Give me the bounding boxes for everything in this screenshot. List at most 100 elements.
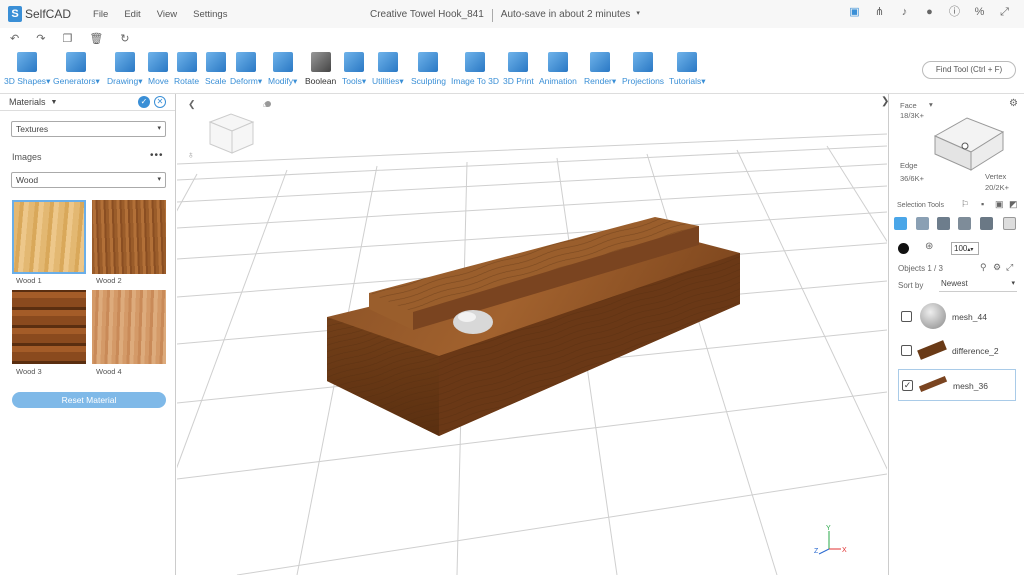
- document-title[interactable]: Creative Towel Hook_841: [370, 9, 484, 22]
- tool-projections[interactable]: Projections: [622, 52, 664, 86]
- object-row-mesh-36[interactable]: ✓ mesh_36: [898, 369, 1016, 401]
- chevron-down-icon: ▾: [157, 176, 161, 183]
- tool-tutorials[interactable]: Tutorials▾: [669, 52, 706, 87]
- select-lasso-icon[interactable]: [1003, 217, 1016, 230]
- 3d-viewport[interactable]: ❮ ⌂ ♁ Y X Z: [177, 94, 887, 575]
- render-icon: [590, 52, 611, 72]
- fullscreen-icon[interactable]: ⤢: [999, 7, 1010, 18]
- boolean-icon: [310, 52, 331, 72]
- reset-material-button[interactable]: Reset Material: [12, 392, 166, 408]
- select-face-icon[interactable]: [916, 217, 929, 230]
- tool-boolean[interactable]: Boolean: [305, 52, 336, 86]
- swatch-wood-1[interactable]: [12, 200, 86, 274]
- brush-pattern-icon[interactable]: ⊛: [925, 241, 933, 252]
- brush-size-input[interactable]: 100▴▾: [951, 242, 979, 255]
- edge-label[interactable]: Edge: [900, 161, 918, 170]
- objects-settings-icon[interactable]: ⚙: [993, 262, 1001, 273]
- swatch-label-wood-3: Wood 3: [16, 367, 42, 376]
- app-logo[interactable]: S SelfCAD: [8, 6, 71, 22]
- notification-bell-icon[interactable]: ♪: [899, 7, 910, 18]
- more-options-icon[interactable]: •••: [150, 150, 164, 161]
- tool-drawing[interactable]: Drawing▾: [107, 52, 142, 87]
- tool-modify[interactable]: Modify▾: [268, 52, 297, 87]
- tool-deform[interactable]: Deform▾: [230, 52, 262, 87]
- share-icon[interactable]: ⋔: [874, 7, 885, 18]
- brush-color-icon[interactable]: [898, 243, 909, 254]
- scene-canvas[interactable]: ❮ ⌂ ♁ Y X Z: [177, 94, 887, 575]
- swatch-wood-4[interactable]: [92, 290, 166, 364]
- sort-select[interactable]: Newest ▾: [939, 279, 1017, 292]
- objects-count-label: Objects 1 / 3: [898, 264, 943, 273]
- redo-icon[interactable]: ↷: [36, 32, 45, 45]
- view-cube[interactable]: [208, 113, 255, 154]
- tool-image-to-3d[interactable]: Image To 3D: [451, 52, 499, 86]
- generators-icon: [66, 52, 87, 72]
- expand-icon[interactable]: ⤢: [1006, 262, 1013, 273]
- tools-icon: [344, 52, 365, 72]
- light-icon[interactable]: [265, 101, 271, 107]
- materials-dropdown-icon[interactable]: ▼: [51, 99, 58, 106]
- materials-panel: Materials ▼ ✓ ✕ Textures ▾ Images ••• Woo…: [0, 94, 176, 575]
- printer-icon: [508, 52, 529, 72]
- right-panel-collapse-icon[interactable]: ❯: [881, 96, 889, 107]
- select-pointer-icon[interactable]: ⚐: [961, 199, 969, 210]
- tool-sculpting[interactable]: Sculpting: [411, 52, 446, 86]
- info-icon[interactable]: ⓘ: [949, 7, 960, 18]
- tool-tools[interactable]: Tools▾: [342, 52, 366, 87]
- tool-utilities[interactable]: Utilities▾: [372, 52, 404, 87]
- object-checkbox-checked[interactable]: ✓: [902, 380, 913, 391]
- close-icon[interactable]: ✕: [154, 96, 166, 108]
- block-thumbnail: [917, 340, 947, 360]
- light-bulb-icon[interactable]: ♁: [187, 150, 195, 161]
- find-tool-input[interactable]: Find Tool (Ctrl + F): [922, 61, 1016, 79]
- select-vertex-icon[interactable]: [958, 217, 971, 230]
- select-edge-icon[interactable]: [937, 217, 950, 230]
- tool-generators[interactable]: Generators▾: [53, 52, 100, 87]
- menu-settings[interactable]: Settings: [193, 9, 227, 20]
- save-icon[interactable]: ▣: [849, 7, 860, 18]
- viewport-collapse-icon[interactable]: ❮: [188, 99, 196, 110]
- object-checkbox[interactable]: [901, 311, 912, 322]
- object-row-difference-2[interactable]: difference_2: [898, 335, 1016, 367]
- tool-animation[interactable]: Animation: [539, 52, 577, 86]
- image-to-3d-icon: [465, 52, 486, 72]
- materials-title[interactable]: Materials: [9, 97, 46, 107]
- menu-file[interactable]: File: [93, 9, 108, 20]
- swatch-wood-2[interactable]: [92, 200, 166, 274]
- user-icon[interactable]: ●: [924, 7, 935, 18]
- autosave-status[interactable]: Auto-save in about 2 minutes: [501, 9, 631, 22]
- object-row-mesh-44[interactable]: mesh_44: [898, 301, 1016, 333]
- tool-render[interactable]: Render▾: [584, 52, 616, 87]
- undo-icon[interactable]: ↶: [10, 32, 19, 45]
- object-name: mesh_44: [952, 312, 987, 322]
- copy-icon[interactable]: ❐: [62, 32, 72, 45]
- face-label[interactable]: Face: [900, 101, 917, 110]
- vertex-label[interactable]: Vertex: [985, 172, 1006, 181]
- swatch-label-wood-2: Wood 2: [96, 276, 122, 285]
- select-group-icon[interactable]: ▣: [995, 199, 1004, 210]
- swatch-wood-3[interactable]: [12, 290, 86, 364]
- tool-scale[interactable]: Scale: [205, 52, 226, 86]
- select-mode-icon[interactable]: ▪: [981, 199, 984, 209]
- category-select[interactable]: Textures ▾: [11, 121, 166, 137]
- tool-3d-print[interactable]: 3D Print: [503, 52, 534, 86]
- autosave-caret-icon[interactable]: ▾: [636, 9, 640, 22]
- select-polygon-icon[interactable]: [980, 217, 993, 230]
- delete-icon[interactable]: 🗑: [89, 32, 103, 45]
- refresh-icon[interactable]: ↻: [120, 32, 129, 45]
- tool-move[interactable]: Move: [148, 52, 169, 86]
- select-brush-icon[interactable]: ◩: [1009, 199, 1018, 210]
- search-icon[interactable]: ⚲: [980, 262, 987, 273]
- sphere-highlight: [458, 312, 476, 322]
- materials-header: Materials ▼ ✓ ✕: [0, 94, 175, 111]
- menu-edit[interactable]: Edit: [124, 9, 140, 20]
- units-icon[interactable]: %: [974, 7, 985, 18]
- menu-view[interactable]: View: [157, 9, 177, 20]
- object-checkbox[interactable]: [901, 345, 912, 356]
- title-divider: [491, 9, 493, 22]
- image-select[interactable]: Wood ▾: [11, 172, 166, 188]
- confirm-icon[interactable]: ✓: [138, 96, 150, 108]
- select-object-icon[interactable]: [894, 217, 907, 230]
- tool-3d-shapes[interactable]: 3D Shapes▾: [4, 52, 50, 87]
- tool-rotate[interactable]: Rotate: [174, 52, 199, 86]
